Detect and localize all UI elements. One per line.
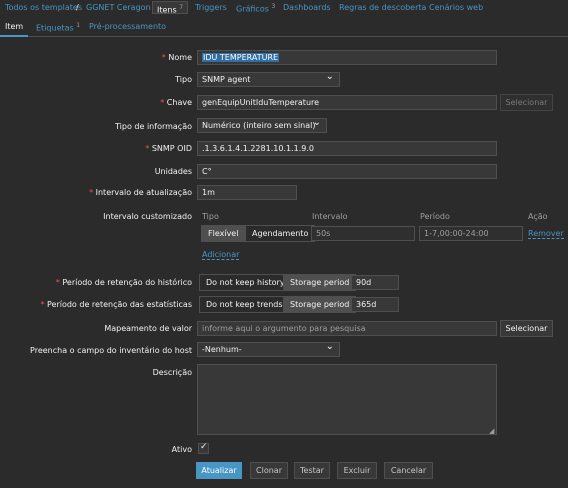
trends-storage[interactable]: Storage period bbox=[283, 296, 357, 313]
trends-value-input[interactable]: 365d bbox=[351, 297, 399, 312]
breadcrumb-items-label: Itens bbox=[157, 5, 177, 15]
tab-preprocessing[interactable]: Pré-processamento bbox=[89, 22, 166, 31]
custom-header-action: Ação bbox=[528, 212, 548, 221]
form-panel: Nome IDU TEMPERATURE Tipo SNMP agent Cha… bbox=[0, 38, 568, 488]
valuemap-label: Mapeamento de valor bbox=[104, 324, 192, 333]
description-textarea[interactable] bbox=[197, 364, 497, 435]
history-storage[interactable]: Storage period bbox=[283, 274, 357, 291]
units-label: Unidades bbox=[154, 167, 192, 176]
custom-header-interval: Intervalo bbox=[312, 212, 348, 221]
custom-header-period: Período bbox=[420, 212, 450, 221]
snmp-oid-label: SNMP OID bbox=[145, 144, 192, 153]
tab-tags[interactable]: Etiquetas 1 bbox=[36, 22, 80, 33]
breadcrumb-discovery[interactable]: Regras de descoberta bbox=[339, 3, 426, 12]
update-interval-input[interactable]: 1m bbox=[197, 185, 297, 200]
check-icon: ✓ bbox=[200, 442, 208, 452]
history-value-input[interactable]: 90d bbox=[351, 275, 399, 290]
breadcrumb-graphs-count: 3 bbox=[271, 3, 276, 10]
breadcrumb-bar: Todos os templates / GGNET Ceragon Itens… bbox=[0, 0, 568, 16]
custom-remove-link[interactable]: Remover bbox=[528, 229, 564, 239]
snmp-oid-input[interactable]: .1.3.6.1.4.1.2281.10.1.1.9.0 bbox=[197, 141, 497, 156]
cancel-button[interactable]: Cancelar bbox=[384, 462, 433, 479]
breadcrumb-dashboards[interactable]: Dashboards bbox=[283, 3, 331, 12]
breadcrumb-graphs[interactable]: Gráficos 3 bbox=[236, 3, 275, 14]
history-label: Período de retenção do histórico bbox=[56, 278, 192, 287]
inventory-label: Preencha o campo do inventário do host bbox=[30, 346, 192, 355]
valuemap-placeholder: informe aqui o argumento para pesquisa bbox=[202, 324, 366, 333]
enabled-label: Ativo bbox=[171, 445, 192, 454]
trends-no-keep[interactable]: Do not keep trends bbox=[199, 296, 290, 313]
custom-period-input[interactable]: 1-7,00:00-24:00 bbox=[419, 226, 523, 241]
inventory-select[interactable]: -Nenhum- bbox=[197, 342, 340, 357]
trends-label: Período de retenção das estatísticas bbox=[40, 300, 192, 309]
description-label: Descrição bbox=[152, 368, 192, 377]
units-input[interactable]: C° bbox=[197, 164, 497, 179]
clone-button[interactable]: Clonar bbox=[250, 462, 288, 479]
key-select-button[interactable]: Selecionar bbox=[500, 94, 553, 111]
flexible-toggle[interactable]: Flexível bbox=[201, 225, 246, 242]
enabled-checkbox[interactable]: ✓ bbox=[198, 442, 209, 454]
scheduling-toggle[interactable]: Agendamento bbox=[245, 225, 316, 242]
tab-item[interactable]: Item bbox=[0, 19, 29, 37]
name-value: IDU TEMPERATURE bbox=[202, 53, 280, 62]
breadcrumb-items-tab[interactable]: Itens 7 bbox=[152, 1, 189, 15]
name-label: Nome bbox=[162, 53, 192, 62]
type-label: Tipo bbox=[175, 75, 192, 84]
custom-intervals-label: Intervalo customizado bbox=[103, 212, 192, 221]
type-select[interactable]: SNMP agent bbox=[197, 72, 340, 87]
update-button[interactable]: Atualizar bbox=[196, 462, 242, 479]
tab-tags-label: Etiquetas bbox=[36, 23, 74, 33]
custom-header-type: Tipo bbox=[202, 212, 219, 221]
test-button[interactable]: Testar bbox=[294, 462, 330, 479]
breadcrumb-all-templates[interactable]: Todos os templates bbox=[5, 3, 82, 12]
valuemap-select-button[interactable]: Selecionar bbox=[500, 320, 553, 337]
name-input[interactable]: IDU TEMPERATURE bbox=[197, 50, 497, 65]
tab-tags-count: 1 bbox=[76, 22, 81, 29]
history-no-keep[interactable]: Do not keep history bbox=[199, 274, 292, 291]
valuemap-input[interactable]: informe aqui o argumento para pesquisa bbox=[197, 321, 497, 336]
breadcrumb-web[interactable]: Cenários web bbox=[429, 3, 483, 12]
custom-interval-input[interactable]: 50s bbox=[311, 226, 415, 241]
tab-bar: Item Etiquetas 1 Pré-processamento bbox=[0, 19, 568, 37]
breadcrumb-template[interactable]: GGNET Ceragon bbox=[86, 3, 151, 12]
info-type-select[interactable]: Numérico (inteiro sem sinal) bbox=[197, 118, 327, 133]
breadcrumb-separator: / bbox=[76, 3, 79, 12]
delete-button[interactable]: Excluir bbox=[337, 462, 377, 479]
custom-add-link[interactable]: Adicionar bbox=[202, 250, 240, 260]
breadcrumb-items-count: 7 bbox=[179, 4, 184, 11]
resize-handle-icon[interactable]: ◢ bbox=[489, 427, 494, 435]
key-input[interactable]: genEquipUnitIduTemperature bbox=[197, 95, 497, 110]
key-label: Chave bbox=[160, 98, 192, 107]
custom-interval-row: Flexível Agendamento 50s 1-7,00:00-24:00… bbox=[197, 225, 564, 242]
breadcrumb-triggers[interactable]: Triggers bbox=[195, 3, 227, 12]
breadcrumb-graphs-label: Gráficos bbox=[236, 4, 269, 14]
info-type-label: Tipo de informação bbox=[115, 122, 192, 131]
update-interval-label: Intervalo de atualização bbox=[89, 188, 192, 197]
